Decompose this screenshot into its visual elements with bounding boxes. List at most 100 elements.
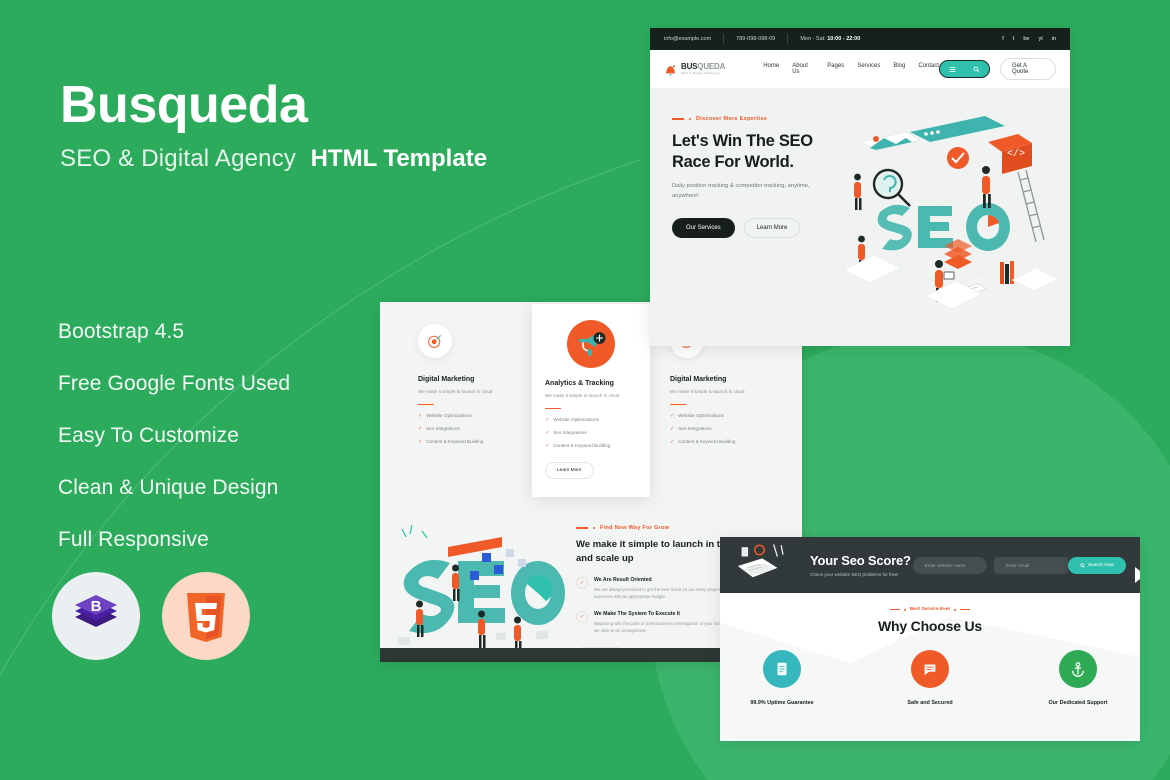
nav-tools-pill[interactable] [939,60,990,78]
our-services-button[interactable]: Our Services [672,217,735,238]
promo-subtitle: SEO & Digital Agency HTML Template [60,145,620,173]
list-item: ✓ Website Optimizations [545,417,637,423]
hero-heading-line2: Race For World. [672,152,794,171]
nav-item-home[interactable]: Home [763,63,779,75]
site-navbar: BUSQUEDA SEO & Digital Marketing Home Ab… [650,50,1070,88]
why-item[interactable]: Our Dedicated Support [1033,650,1123,706]
tech-badges: B [52,572,250,660]
topbar-hours-label: Mon - Sat: [800,36,826,42]
seo-score-sub: Check your website SEO problems for free… [810,572,899,577]
check-icon: ✓ [545,429,550,436]
nav-item-services[interactable]: Services [857,63,880,75]
carousel-next-arrow-icon[interactable] [1133,565,1140,585]
hero-section: Discover More Expertise Let's Win The SE… [650,88,1070,346]
list-item-label: Content & Keyword Building [678,439,736,445]
nav-item-pages[interactable]: Pages [827,63,844,75]
promo-block: Busqueda SEO & Digital Agency HTML Templ… [60,78,620,173]
feature-item: Bootstrap 4.5 [58,320,185,343]
hero-kicker-text: Discover More Expertise [696,116,768,122]
anchor-icon [1059,650,1097,688]
search-icon[interactable] [973,66,980,73]
hero-paragraph: Daily position tracking & competitor tra… [672,183,810,200]
html5-badge [162,572,250,660]
twitter-icon[interactable]: t [1013,36,1015,42]
topbar-divider [787,34,789,44]
service-card-featured[interactable]: Analytics & Tracking We make it simple t… [532,304,650,497]
chat-icon [911,650,949,688]
service-card-button[interactable]: Learn More [545,461,594,479]
list-item-label: Seo Integrations [426,426,460,432]
nav-item-about[interactable]: About Us [792,63,814,75]
why-content: Best Service Ever Why Choose Us 99.9% Up… [720,593,1140,706]
check-icon: ✓ [545,442,550,449]
list-item: ✓ Website Optimizations [418,413,512,419]
why-item-label: Our Dedicated Support [1048,700,1108,706]
topbar-email[interactable]: info@example.com [664,36,711,42]
list-item: ✓ Content & Keyword Building [670,439,764,445]
megaphone-icon [567,320,615,368]
site-logo[interactable]: BUSQUEDA SEO & Digital Marketing [664,63,725,76]
target-icon [418,324,452,358]
service-card-title: Digital Marketing [418,376,475,383]
bootstrap-icon: B [75,595,117,627]
seo-isometric-illustration: </> [843,116,1059,310]
learn-more-button[interactable]: Learn More [743,217,801,238]
list-item-label: Website Optimizations [426,413,472,419]
page-title: Busqueda [60,76,308,134]
seo-score-form: Enter website name Enter email Search No… [912,556,1126,574]
check-icon: ✓ [670,438,675,445]
check-icon: ✓ [418,412,423,419]
promo-subtitle-light: SEO & Digital Agency [60,144,297,172]
document-icon [763,650,801,688]
topbar-phone[interactable]: 789-098-098-09 [736,36,775,42]
service-card-rule [670,403,686,405]
topbar-hours: Mon - Sat: 10:00 - 22:00 [800,36,860,42]
kicker-dash [960,608,971,611]
check-icon: ✓ [418,438,423,445]
why-item[interactable]: 99.9% Uptime Guarantee [737,650,827,706]
feature-item: Free Google Fonts Used [58,372,291,395]
hamburger-icon[interactable] [949,66,956,73]
nav-item-contact[interactable]: Contact [918,63,939,75]
search-now-label: Search Now [1087,562,1114,568]
email-input[interactable]: Enter email [993,556,1068,574]
screenshot-homepage[interactable]: info@example.com 789-098-098-09 Mon - Sa… [650,28,1070,346]
behance-icon[interactable]: be [1023,36,1029,42]
linkedin-icon[interactable]: in [1052,36,1056,42]
feature-item: Clean & Unique Design [58,476,279,499]
screenshot-seo-score[interactable]: Your Seo Score? Check your website SEO p… [720,537,1140,741]
check-icon: ✓ [418,425,423,432]
cloud-kicker: Find New Way For Grow [576,525,766,531]
website-name-input[interactable]: Enter website name [912,556,987,574]
facebook-icon[interactable]: f [1002,36,1004,42]
seo-score-copy: Your Seo Score? Check your website SEO p… [810,553,911,577]
service-card[interactable]: Digital Marketing We make it simple to l… [406,310,524,466]
html5-icon [187,593,225,642]
list-item-label: Seo Integrations [678,426,712,432]
youtube-icon[interactable]: yt [1038,36,1042,42]
service-card-list: ✓ Website Optimizations ✓ Seo Integrations… [418,413,512,445]
kicker-dash [672,118,684,120]
list-item-label: Content & Keyword Building [553,443,611,449]
nav-actions: Get A Quote [939,58,1056,80]
list-item: ✓ Content & Keyword Building [545,443,637,449]
logo-alt: QUEDA [697,62,726,71]
list-item-label: Website Optimizations [553,417,599,423]
seo-score-bar: Your Seo Score? Check your website SEO p… [720,537,1140,593]
why-item[interactable]: Safe and Secured [885,650,975,706]
why-kicker: Best Service Ever [720,607,1140,612]
nav-item-blog[interactable]: Blog [893,63,905,75]
logo-mark-icon [665,64,676,76]
why-items: 99.9% Uptime Guarantee Safe and Secured [720,650,1140,706]
why-choose-us-section: Best Service Ever Why Choose Us 99.9% Up… [720,593,1140,741]
get-a-quote-button[interactable]: Get A Quote [999,58,1056,80]
check-icon: ✓ [670,425,675,432]
why-heading: Why Choose Us [878,618,982,634]
search-now-button[interactable]: Search Now [1067,556,1126,574]
feature-item: Easy To Customize [58,424,240,447]
service-card-desc: We make it simple to launch in cloud [545,393,620,398]
topbar-divider [723,34,725,44]
list-item-label: Content & Keyword Building [426,439,484,445]
kicker-dot [593,526,595,529]
search-icon [1080,562,1085,568]
